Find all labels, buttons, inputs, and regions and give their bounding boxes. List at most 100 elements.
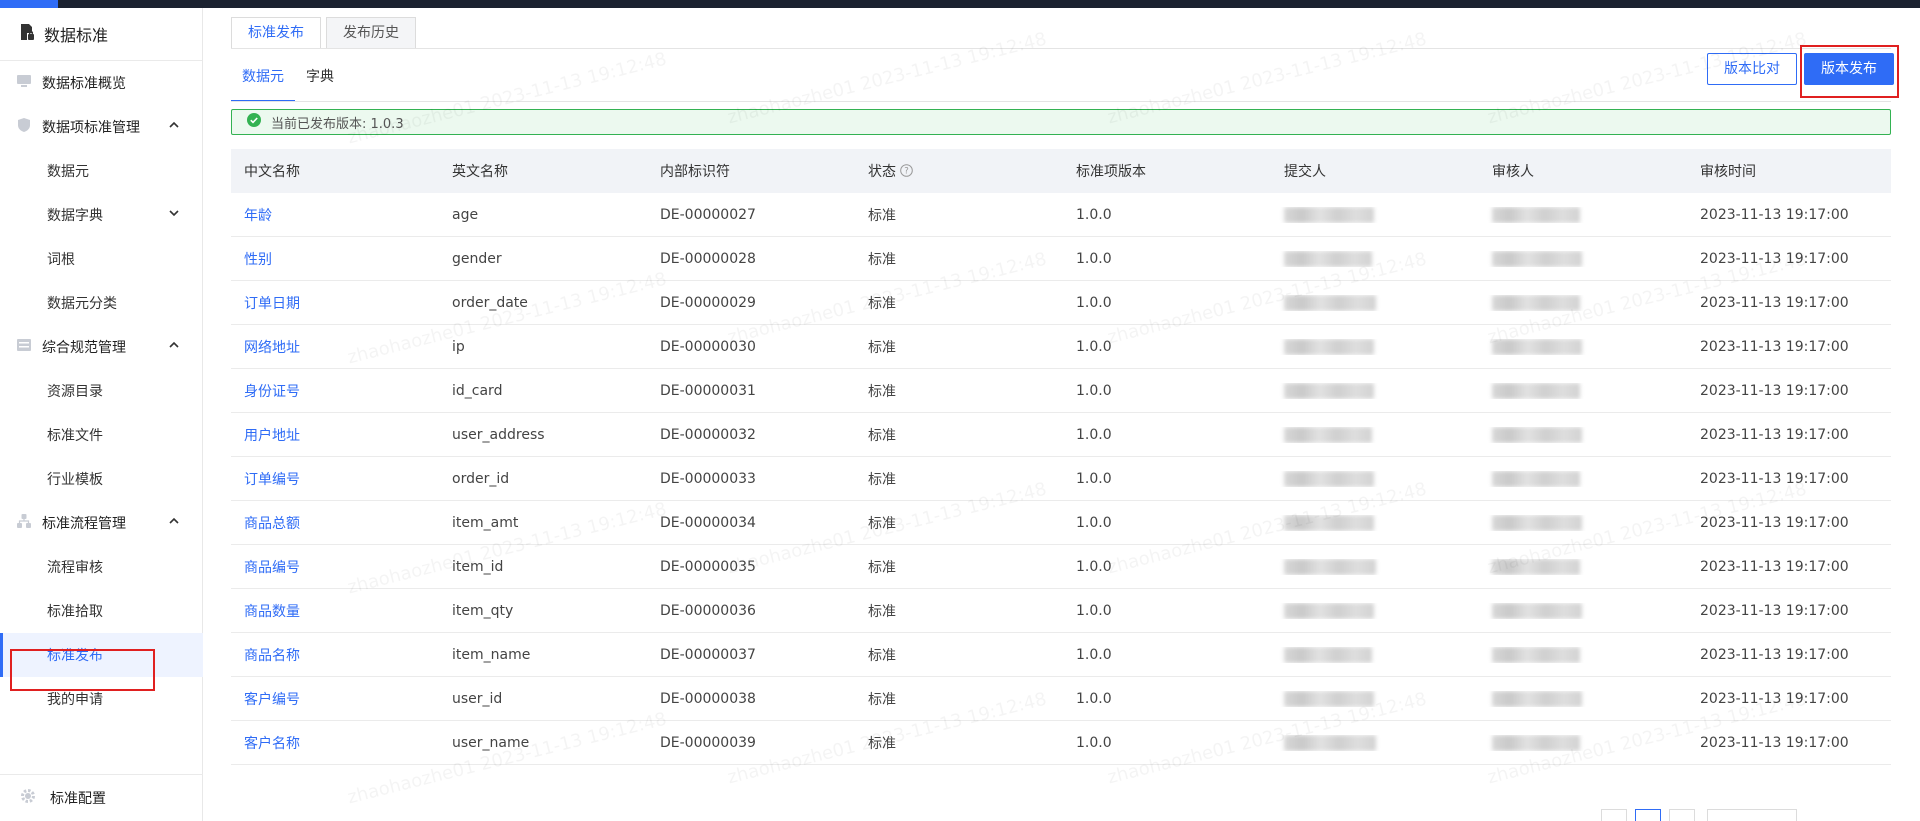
cell-status: 标准 <box>868 515 896 532</box>
redacted-block <box>1492 646 1580 663</box>
sidebar-group-flow[interactable]: 标准流程管理 <box>0 501 203 545</box>
cell-chinese-name[interactable]: 年龄 <box>231 205 439 225</box>
version-compare-button[interactable]: 版本比对 <box>1707 53 1797 85</box>
sidebar-item-element-category[interactable]: 数据元分类 <box>0 281 203 325</box>
redacted-block <box>1492 734 1580 751</box>
redacted-block <box>1492 558 1580 575</box>
sidebar-item-data-element[interactable]: 数据元 <box>0 149 203 193</box>
cell-english-name: item_name <box>452 646 531 663</box>
cell-version: 1.0.0 <box>1076 206 1112 223</box>
sidebar-item-label: 数据标准概览 <box>42 76 126 92</box>
cell-reviewer-redacted <box>1479 338 1687 355</box>
cell-chinese-name[interactable]: 性别 <box>231 249 439 269</box>
redacted-block <box>1492 470 1580 487</box>
page-size-select[interactable] <box>1707 809 1797 821</box>
sidebar-item-standard-config[interactable]: 标准配置 <box>0 774 203 821</box>
table-row: 商品总额 item_amt DE-00000034 标准 1.0.0 2023-11-13… <box>231 501 1891 545</box>
cell-chinese-name[interactable]: 订单编号 <box>231 469 439 489</box>
cell-submitter-redacted <box>1271 646 1479 663</box>
cell-status: 标准 <box>868 603 896 620</box>
cell-chinese-name[interactable]: 网络地址 <box>231 337 439 357</box>
cell-chinese-name[interactable]: 客户名称 <box>231 733 439 753</box>
redacted-block <box>1284 690 1374 707</box>
cell-reviewer-redacted <box>1479 250 1687 267</box>
table-body: 年龄 age DE-00000027 标准 1.0.0 2023-11-13 19:17:… <box>231 193 1891 765</box>
cell-status: 标准 <box>868 471 896 488</box>
redacted-block <box>1492 602 1582 619</box>
redacted-block <box>1284 558 1376 575</box>
sidebar-item-label: 标准文件 <box>47 428 103 444</box>
column-header-status: 状态? <box>855 161 1063 181</box>
cell-reviewer-redacted <box>1479 734 1687 751</box>
list-icon <box>16 337 32 357</box>
sidebar-item-label: 词根 <box>47 252 75 268</box>
cell-english-name: ip <box>452 338 465 355</box>
sidebar-item-standard-file[interactable]: 标准文件 <box>0 413 203 457</box>
subtab-data-element[interactable]: 数据元 <box>231 66 295 102</box>
question-circle-icon[interactable]: ? <box>900 163 913 181</box>
redacted-block <box>1492 382 1580 399</box>
cell-reviewer-redacted <box>1479 382 1687 399</box>
cell-chinese-name[interactable]: 身份证号 <box>231 381 439 401</box>
cell-english-name: id_card <box>452 382 503 399</box>
tab-standard-publish[interactable]: 标准发布 <box>231 17 321 49</box>
sidebar-item-standard-pick[interactable]: 标准拾取 <box>0 589 203 633</box>
prev-page-button[interactable] <box>1601 809 1627 821</box>
cell-version: 1.0.0 <box>1076 734 1112 751</box>
cell-chinese-name[interactable]: 客户编号 <box>231 689 439 709</box>
top-bar <box>0 0 1920 8</box>
sidebar-item-resource-catalog[interactable]: 资源目录 <box>0 369 203 413</box>
cell-status: 标准 <box>868 559 896 576</box>
table-row: 客户编号 user_id DE-00000038 标准 1.0.0 2023-11-13 … <box>231 677 1891 721</box>
subtab-dictionary[interactable]: 字典 <box>295 66 345 102</box>
sidebar-item-industry-template[interactable]: 行业模板 <box>0 457 203 501</box>
cell-status: 标准 <box>868 251 896 268</box>
cell-reviewer-redacted <box>1479 558 1687 575</box>
cell-status: 标准 <box>868 295 896 312</box>
cell-submitter-redacted <box>1271 250 1479 267</box>
sidebar-item-flow-review[interactable]: 流程审核 <box>0 545 203 589</box>
next-page-button[interactable] <box>1669 809 1695 821</box>
cell-submitter-redacted <box>1271 470 1479 487</box>
cell-version: 1.0.0 <box>1076 558 1112 575</box>
cell-review-time: 2023-11-13 19:17:00 <box>1700 294 1849 311</box>
redacted-block <box>1492 690 1582 707</box>
sidebar-header: 数据标准 <box>0 8 202 61</box>
flow-icon <box>16 513 32 533</box>
sidebar-item-label: 数据元 <box>47 164 89 180</box>
sidebar-item-word-root[interactable]: 词根 <box>0 237 203 281</box>
cell-chinese-name[interactable]: 商品名称 <box>231 645 439 665</box>
sidebar-item-standard-publish[interactable]: 标准发布 <box>0 633 203 677</box>
table-row: 用户地址 user_address DE-00000032 标准 1.0.0 2023-1… <box>231 413 1891 457</box>
cell-english-name: age <box>452 206 479 223</box>
cell-version: 1.0.0 <box>1076 294 1112 311</box>
cell-reviewer-redacted <box>1479 294 1687 311</box>
chevron-up-icon <box>167 514 181 532</box>
cell-chinese-name[interactable]: 商品编号 <box>231 557 439 577</box>
sidebar-group-data-item[interactable]: 数据项标准管理 <box>0 105 203 149</box>
page-button[interactable] <box>1635 809 1661 821</box>
sidebar-group-spec[interactable]: 综合规范管理 <box>0 325 203 369</box>
cell-reviewer-redacted <box>1479 602 1687 619</box>
redacted-block <box>1492 206 1580 223</box>
cell-chinese-name[interactable]: 商品总额 <box>231 513 439 533</box>
table-row: 商品名称 item_name DE-00000037 标准 1.0.0 2023-11-1… <box>231 633 1891 677</box>
tab-publish-history[interactable]: 发布历史 <box>326 17 416 49</box>
redacted-block <box>1284 250 1372 267</box>
cell-chinese-name[interactable]: 商品数量 <box>231 601 439 621</box>
version-publish-button[interactable]: 版本发布 <box>1804 53 1894 85</box>
cell-internal-id: DE-00000034 <box>660 514 756 531</box>
cell-english-name: user_address <box>452 426 545 443</box>
cell-internal-id: DE-00000032 <box>660 426 756 443</box>
published-version-alert: 当前已发布版本: 1.0.3 <box>231 109 1891 135</box>
cell-chinese-name[interactable]: 用户地址 <box>231 425 439 445</box>
redacted-block <box>1284 294 1376 311</box>
sidebar-item-overview[interactable]: 数据标准概览 <box>0 61 203 105</box>
cell-submitter-redacted <box>1271 734 1479 751</box>
cell-review-time: 2023-11-13 19:17:00 <box>1700 602 1849 619</box>
sidebar-item-my-applications[interactable]: 我的申请 <box>0 677 203 721</box>
cell-chinese-name[interactable]: 订单日期 <box>231 293 439 313</box>
sidebar-item-data-dictionary[interactable]: 数据字典 <box>0 193 203 237</box>
cell-internal-id: DE-00000031 <box>660 382 756 399</box>
cell-submitter-redacted <box>1271 206 1479 223</box>
